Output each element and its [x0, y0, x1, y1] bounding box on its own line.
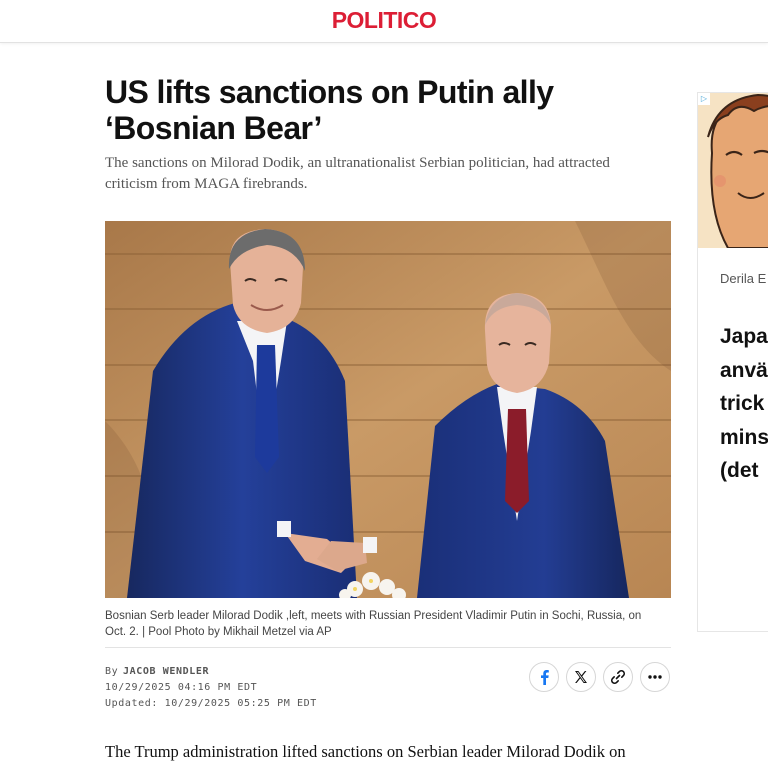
updated-timestamp: Updated: 10/29/2025 05:25 PM EDT	[105, 698, 317, 709]
link-icon	[610, 669, 626, 685]
author-link[interactable]: JACOB WENDLER	[123, 666, 209, 677]
headline-line-1: US lifts sanctions on Putin ally	[105, 74, 554, 110]
ad-headline-line: mins	[720, 425, 768, 449]
caption-line-2: Oct. 2. | Pool Photo by Mikhail Metzel v…	[105, 626, 332, 638]
sidebar-ad[interactable]: ▷ Derila E Japa anvä trick mins (det	[697, 92, 768, 632]
more-share-button[interactable]	[640, 662, 670, 692]
x-share-button[interactable]	[566, 662, 596, 692]
headline-line-2: ‘Bosnian Bear’	[105, 110, 322, 146]
adchoices-icon[interactable]: ▷	[698, 93, 710, 105]
x-icon	[575, 671, 587, 683]
site-header: POLITICO	[0, 0, 768, 43]
dek-line-1: The sanctions on Milorad Dodik, an ultra…	[105, 155, 610, 171]
caption-line-1: Bosnian Serb leader Milorad Dodik ,left,…	[105, 610, 642, 622]
ad-headline-line: Japa	[720, 325, 768, 348]
article-body-paragraph: The Trump administration lifted sanction…	[105, 742, 626, 761]
article-dek: The sanctions on Milorad Dodik, an ultra…	[105, 153, 665, 195]
ad-headline-line: anvä	[720, 358, 768, 382]
facebook-icon	[541, 670, 549, 685]
dek-line-2: criticism from MAGA firebrands.	[105, 176, 308, 192]
politico-logo[interactable]: POLITICO	[0, 7, 768, 34]
divider	[105, 647, 671, 648]
copy-link-button[interactable]	[603, 662, 633, 692]
ad-source: Derila E	[720, 271, 767, 286]
published-timestamp: 10/29/2025 04:16 PM EDT	[105, 682, 258, 693]
byline-prefix: By	[105, 666, 119, 677]
ad-headline-line: trick	[720, 392, 765, 415]
facebook-share-button[interactable]	[529, 662, 559, 692]
ad-headline[interactable]: Japa anvä trick mins (det	[720, 320, 768, 488]
more-icon	[648, 675, 662, 679]
hero-photo	[105, 221, 671, 598]
ad-illustration	[698, 93, 768, 248]
ad-headline-line: (det	[720, 459, 759, 482]
article-headline: US lifts sanctions on Putin ally ‘Bosnia…	[105, 74, 665, 146]
photo-caption: Bosnian Serb leader Milorad Dodik ,left,…	[105, 608, 671, 640]
